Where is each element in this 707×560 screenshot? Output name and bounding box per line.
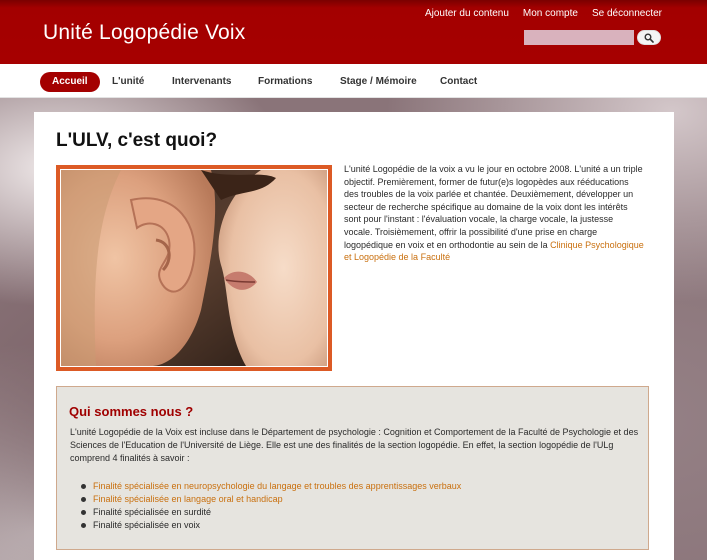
site-title[interactable]: Unité Logopédie Voix xyxy=(43,21,246,45)
intro-text: L'unité Logopédie de la voix a vu le jou… xyxy=(344,164,643,250)
nav-item-accueil[interactable]: Accueil xyxy=(40,72,100,92)
intro-paragraph: L'unité Logopédie de la voix a vu le jou… xyxy=(344,163,644,264)
nav-item-unite[interactable]: L'unité xyxy=(112,72,144,92)
list-item-neuropsychologie-link[interactable]: Finalité spécialisée en neuropsychologie… xyxy=(81,480,461,493)
logout-link[interactable]: Se déconnecter xyxy=(592,8,662,19)
about-box: Qui sommes nous ? L'unité Logopédie de l… xyxy=(56,386,649,550)
about-text: L'unité Logopédie de la Voix est incluse… xyxy=(70,427,639,463)
main-nav: Accueil L'unité Intervenants Formations … xyxy=(0,64,707,98)
whisper-photo xyxy=(61,170,327,366)
my-account-link[interactable]: Mon compte xyxy=(523,8,578,19)
search-button[interactable] xyxy=(637,30,661,45)
list-item-voix: Finalité spécialisée en voix xyxy=(81,519,461,532)
search-icon xyxy=(644,33,654,43)
content-panel: L'ULV, c'est quoi? L'unité Logopédie de … xyxy=(34,112,674,560)
list-item-surdite: Finalité spécialisée en surdité xyxy=(81,506,461,519)
nav-item-contact[interactable]: Contact xyxy=(440,72,477,92)
search-input[interactable] xyxy=(524,30,634,45)
site-header: Unité Logopédie Voix Ajouter du contenu … xyxy=(0,0,707,64)
nav-item-formations[interactable]: Formations xyxy=(258,72,312,92)
about-title: Qui sommes nous ? xyxy=(69,404,194,419)
finalites-list: Finalité spécialisée en neuropsychologie… xyxy=(81,480,461,532)
feature-photo xyxy=(56,165,332,371)
list-item-langage-oral-link[interactable]: Finalité spécialisée en langage oral et … xyxy=(81,493,461,506)
user-links: Ajouter du contenu Mon compte Se déconne… xyxy=(425,8,662,19)
nav-item-intervenants[interactable]: Intervenants xyxy=(172,72,231,92)
add-content-link[interactable]: Ajouter du contenu xyxy=(425,8,509,19)
page-title: L'ULV, c'est quoi? xyxy=(56,130,218,151)
nav-item-stage-memoire[interactable]: Stage / Mémoire xyxy=(340,72,417,92)
